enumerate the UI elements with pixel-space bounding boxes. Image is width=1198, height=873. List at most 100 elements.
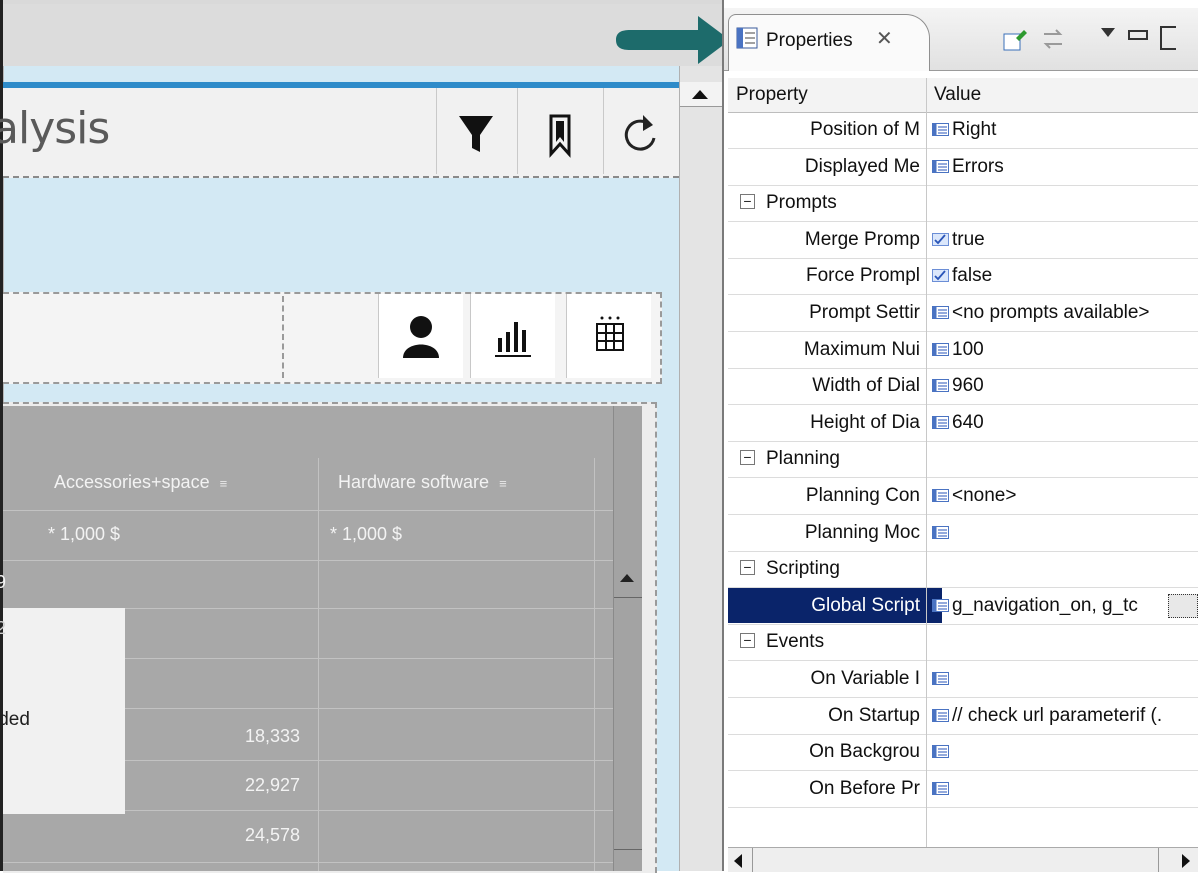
properties-view-icon xyxy=(736,27,758,49)
editor-vertical-scrollbar[interactable] xyxy=(679,66,723,871)
property-row[interactable]: Maximum Nui 100 xyxy=(728,332,1198,369)
minimize-view-icon[interactable] xyxy=(1128,30,1148,40)
crosstab-vertical-scrollbar[interactable] xyxy=(613,406,642,871)
property-value[interactable]: true xyxy=(952,229,1192,251)
property-value[interactable]: Right xyxy=(952,119,1192,141)
column-divider xyxy=(926,78,927,848)
property-value[interactable]: 100 xyxy=(952,339,1192,361)
property-row[interactable]: Position of M Right xyxy=(728,112,1198,149)
property-name: Height of Dia xyxy=(810,412,920,433)
content-toolbar xyxy=(3,292,662,384)
property-group-label: Planning xyxy=(766,448,840,469)
property-row[interactable]: Global Script g_navigation_on, g_tc xyxy=(728,588,1198,625)
table-grid-icon xyxy=(596,316,624,351)
header-divider xyxy=(436,88,437,174)
property-group-prompts[interactable]: − Prompts xyxy=(728,185,1198,222)
sort-icon[interactable]: ≡ xyxy=(499,476,507,491)
property-row[interactable]: On Startup // check url parameterif (. xyxy=(728,698,1198,735)
column-header-value[interactable]: Value xyxy=(934,84,981,106)
cell-value: 22,927 xyxy=(244,775,300,795)
app-title: alysis xyxy=(0,103,110,154)
header-divider xyxy=(517,88,518,174)
new-note-icon[interactable] xyxy=(1002,26,1028,52)
collapse-icon[interactable]: − xyxy=(740,450,755,465)
collapse-icon[interactable]: − xyxy=(740,194,755,209)
callout-arrow-icon xyxy=(616,16,730,64)
ellipsis-button[interactable] xyxy=(1168,594,1198,618)
collapse-icon[interactable]: − xyxy=(740,560,755,575)
chart-button[interactable] xyxy=(470,294,555,378)
scroll-right-icon[interactable] xyxy=(1182,854,1190,868)
property-name: On Before Pr xyxy=(809,778,920,799)
property-group-events[interactable]: − Events xyxy=(728,624,1198,661)
scroll-left-icon[interactable] xyxy=(734,854,742,868)
property-name: Planning Moc xyxy=(804,522,920,543)
property-row[interactable]: On Variable I xyxy=(728,661,1198,698)
property-row[interactable]: Prompt Settir <no prompts available> xyxy=(728,295,1198,332)
list-icon xyxy=(932,489,949,502)
list-icon xyxy=(932,672,949,685)
property-name: Force Prompl xyxy=(805,265,920,286)
property-row[interactable]: Force Prompl false xyxy=(728,258,1198,295)
sort-icon[interactable]: ≡ xyxy=(220,476,228,491)
property-group-label: Events xyxy=(766,631,825,652)
list-icon xyxy=(932,379,949,392)
property-group-planning[interactable]: − Planning xyxy=(728,441,1198,478)
scroll-up-icon[interactable] xyxy=(620,574,634,582)
property-name: Prompt Settir xyxy=(809,302,920,323)
list-icon xyxy=(932,745,949,758)
user-button[interactable] xyxy=(378,294,463,378)
list-icon xyxy=(932,160,949,173)
property-row[interactable]: Width of Dial 960 xyxy=(728,368,1198,405)
column-divider xyxy=(594,458,595,871)
scroll-up-button[interactable] xyxy=(680,82,722,107)
property-name: Maximum Nui xyxy=(803,339,920,360)
property-name: On Startup xyxy=(828,705,920,726)
refresh-icon[interactable] xyxy=(612,108,672,160)
row-label-fragment: ided xyxy=(0,709,30,730)
property-row[interactable]: On Before Pr xyxy=(728,771,1198,808)
list-icon xyxy=(932,123,949,136)
property-row[interactable]: Planning Con <none> xyxy=(728,478,1198,515)
property-value[interactable]: <no prompts available> xyxy=(952,302,1192,324)
column-header-accessories[interactable]: Accessories+space ≡ xyxy=(54,472,227,493)
property-name: Planning Con xyxy=(805,485,920,506)
view-menu-icon[interactable] xyxy=(1101,28,1115,37)
property-group-scripting[interactable]: − Scripting xyxy=(728,551,1198,588)
property-row[interactable]: Merge Promp true xyxy=(728,222,1198,259)
filter-icon[interactable] xyxy=(446,108,506,160)
property-row[interactable]: Displayed Me Errors xyxy=(728,149,1198,186)
property-value[interactable]: false xyxy=(952,265,1192,287)
cell-value: 24,578 xyxy=(244,825,300,845)
property-name: Global Script xyxy=(811,595,920,616)
property-row[interactable]: On Backgrou xyxy=(728,734,1198,771)
properties-horizontal-scrollbar[interactable] xyxy=(728,847,1198,872)
maximize-view-icon[interactable] xyxy=(1160,26,1176,50)
table-button[interactable] xyxy=(566,294,651,378)
property-row[interactable]: Planning Moc xyxy=(728,515,1198,552)
column-header-hardware[interactable]: Hardware software ≡ xyxy=(338,472,507,493)
sync-arrows-icon[interactable] xyxy=(1040,26,1066,52)
property-value[interactable]: // check url parameterif (. xyxy=(952,705,1192,727)
property-value[interactable]: 640 xyxy=(952,412,1192,434)
bookmark-icon[interactable] xyxy=(530,108,590,160)
close-icon[interactable]: ✕ xyxy=(876,26,893,51)
cell-value: 18,333 xyxy=(244,726,300,746)
list-icon xyxy=(932,526,949,539)
table-row xyxy=(3,810,613,863)
property-name: Displayed Me xyxy=(804,156,920,177)
boolean-icon xyxy=(932,233,949,246)
column-header-property[interactable]: Property xyxy=(736,84,808,106)
unit-label: * 1,000 $ xyxy=(48,524,121,544)
list-icon xyxy=(932,343,949,356)
property-value[interactable]: <none> xyxy=(952,485,1192,507)
property-row[interactable]: Height of Dia 640 xyxy=(728,405,1198,442)
property-value[interactable]: 960 xyxy=(952,375,1192,397)
list-icon xyxy=(932,306,949,319)
collapse-icon[interactable]: − xyxy=(740,633,755,648)
list-icon xyxy=(932,782,949,795)
property-value[interactable]: g_navigation_on, g_tc xyxy=(952,595,1192,617)
scroll-up-icon xyxy=(692,90,708,99)
column-divider xyxy=(318,458,319,871)
property-value[interactable]: Errors xyxy=(952,156,1192,178)
